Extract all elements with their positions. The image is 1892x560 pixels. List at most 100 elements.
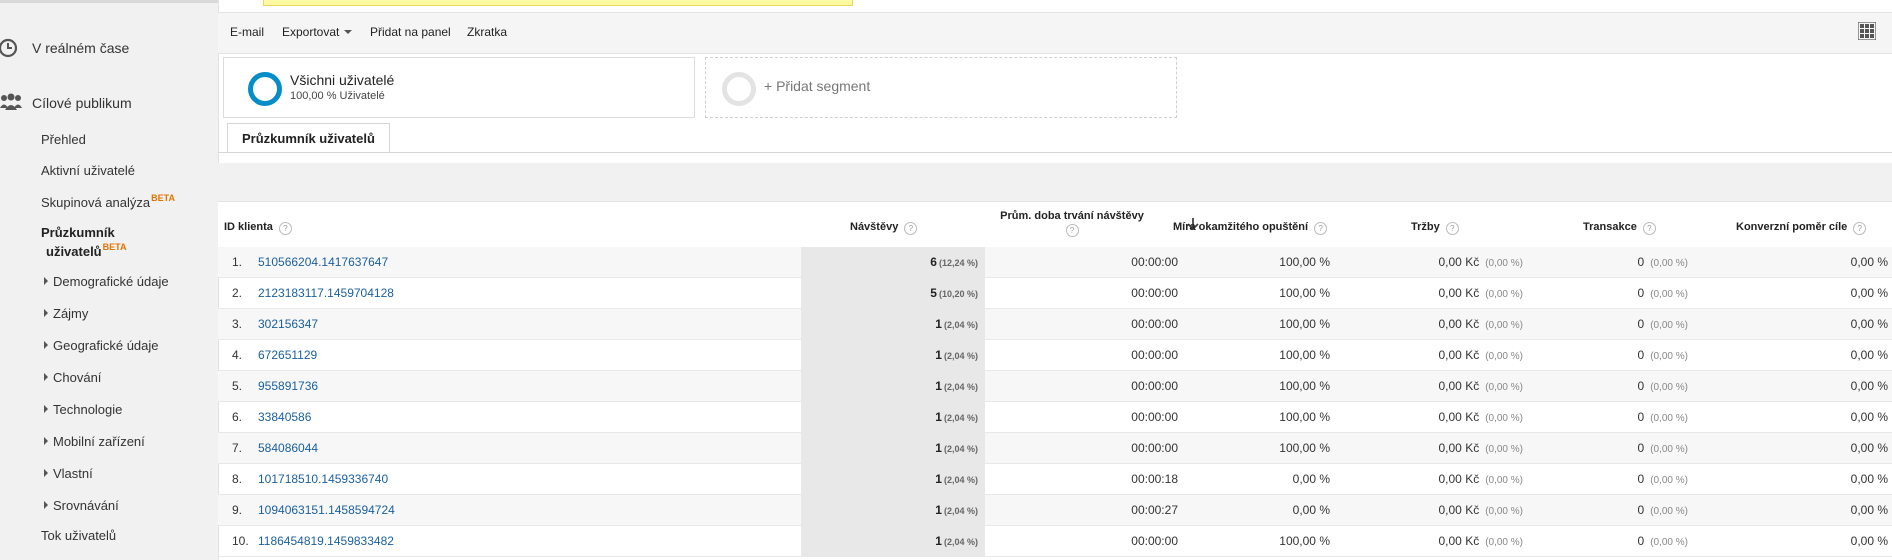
header-transactions[interactable]: Transakce? bbox=[1583, 221, 1656, 235]
segment-all-users[interactable]: Všichni uživatelé 100,00 % Uživatelé bbox=[223, 57, 695, 118]
header-conversion-rate[interactable]: Konverzní poměr cíle? bbox=[1736, 221, 1867, 235]
conversion-rate-cell: 0,00 % bbox=[1850, 472, 1888, 486]
sidebar-item-label: Demografické údaje bbox=[53, 274, 169, 289]
visits-value: 1 bbox=[935, 534, 942, 548]
visits-cell: 1 (2,04 %) bbox=[878, 464, 978, 494]
sidebar-item-interests[interactable]: Zájmy bbox=[44, 306, 88, 321]
sidebar-item-overview[interactable]: Přehled bbox=[41, 132, 86, 147]
sidebar-item-label: Geografické údaje bbox=[53, 338, 159, 353]
sidebar-item-active-users[interactable]: Aktivní uživatelé bbox=[41, 163, 135, 178]
row-index: 1. bbox=[232, 255, 243, 269]
visits-cell: 1 (2,04 %) bbox=[878, 309, 978, 339]
transactions-value: 0 bbox=[1637, 441, 1645, 455]
table-row: 7. 584086044 1 (2,04 %) 00:00:00 100,00 %… bbox=[218, 433, 1892, 464]
add-segment-box[interactable]: + Přidat segment bbox=[705, 57, 1177, 118]
revenue-value: 0,00 Kč bbox=[1438, 410, 1480, 424]
help-icon[interactable]: ? bbox=[278, 222, 292, 235]
email-button[interactable]: E-mail bbox=[230, 25, 264, 39]
bounce-rate-cell: 0,00 % bbox=[1292, 472, 1330, 486]
sidebar-item-user-explorer-line1: Průzkumník bbox=[41, 225, 115, 240]
client-id-link[interactable]: 1094063151.1458594724 bbox=[258, 495, 395, 525]
transactions-value: 0 bbox=[1637, 348, 1645, 362]
revenue-percent: (0,00 %) bbox=[1485, 475, 1523, 486]
tab-user-explorer[interactable]: Průzkumník uživatelů bbox=[227, 123, 390, 153]
client-id-link[interactable]: 101718510.1459336740 bbox=[258, 464, 388, 494]
client-id-link[interactable]: 955891736 bbox=[258, 371, 318, 401]
sidebar-item-technology[interactable]: Technologie bbox=[44, 402, 122, 417]
bounce-rate-cell: 100,00 % bbox=[1279, 534, 1330, 548]
client-id-link[interactable]: 1186454819.1459833482 bbox=[258, 526, 394, 556]
sidebar-item-mobile[interactable]: Mobilní zařízení bbox=[44, 434, 145, 449]
sidebar-item-benchmarking[interactable]: Srovnávání bbox=[44, 498, 119, 513]
header-label: Transakce bbox=[1583, 221, 1637, 233]
transactions-cell: 0 (0,00 %) bbox=[1598, 371, 1688, 401]
visits-percent: (2,04 %) bbox=[943, 475, 978, 485]
revenue-cell: 0,00 Kč (0,00 %) bbox=[1398, 278, 1524, 308]
add-to-dashboard-button[interactable]: Přidat na panel bbox=[370, 25, 451, 39]
transactions-cell: 0 (0,00 %) bbox=[1598, 464, 1688, 494]
help-icon[interactable]: ? bbox=[1065, 224, 1079, 237]
header-avg-duration[interactable]: Prům. doba trvání návštěvy? bbox=[1000, 210, 1144, 237]
client-id-link[interactable]: 2123183117.1459704128 bbox=[258, 278, 394, 308]
revenue-cell: 0,00 Kč (0,00 %) bbox=[1398, 371, 1524, 401]
help-icon[interactable]: ? bbox=[1853, 222, 1867, 235]
transactions-percent: (0,00 %) bbox=[1650, 413, 1688, 424]
visits-value: 1 bbox=[935, 503, 942, 517]
visits-percent: (2,04 %) bbox=[943, 506, 978, 516]
revenue-percent: (0,00 %) bbox=[1485, 382, 1523, 393]
grid-view-icon[interactable] bbox=[1857, 21, 1877, 41]
client-id-link[interactable]: 584086044 bbox=[258, 433, 318, 463]
help-icon[interactable]: ? bbox=[1642, 222, 1656, 235]
help-icon[interactable]: ? bbox=[904, 222, 918, 235]
transactions-percent: (0,00 %) bbox=[1650, 506, 1688, 517]
expand-triangle-icon bbox=[44, 373, 48, 381]
header-bounce-rate[interactable]: Míra okamžitého opuštění? bbox=[1173, 221, 1328, 235]
client-id-link[interactable]: 33840586 bbox=[258, 402, 311, 432]
sidebar-item-geo[interactable]: Geografické údaje bbox=[44, 338, 159, 353]
sidebar-item-user-explorer[interactable]: Průzkumník uživatelůBETA bbox=[41, 225, 126, 259]
segment-ring-icon bbox=[248, 72, 282, 106]
revenue-percent: (0,00 %) bbox=[1485, 320, 1523, 331]
export-dropdown[interactable]: Exportovat bbox=[282, 25, 353, 39]
transactions-value: 0 bbox=[1637, 503, 1645, 517]
client-id-link[interactable]: 510566204.1417637647 bbox=[258, 247, 388, 277]
header-visits[interactable]: Návštěvy? bbox=[850, 221, 918, 235]
revenue-value: 0,00 Kč bbox=[1438, 317, 1480, 331]
revenue-percent: (0,00 %) bbox=[1485, 351, 1523, 362]
beta-badge: BETA bbox=[151, 193, 175, 203]
row-index: 6. bbox=[232, 410, 243, 424]
avg-duration-cell: 00:00:00 bbox=[1131, 348, 1178, 362]
header-revenue[interactable]: Tržby? bbox=[1411, 221, 1459, 235]
header-label: ID klienta bbox=[224, 221, 273, 233]
bounce-rate-cell: 100,00 % bbox=[1279, 348, 1330, 362]
sidebar-item-cohort-analysis[interactable]: Skupinová analýzaBETA bbox=[41, 193, 175, 210]
revenue-cell: 0,00 Kč (0,00 %) bbox=[1398, 526, 1524, 556]
revenue-percent: (0,00 %) bbox=[1485, 289, 1523, 300]
client-id-link[interactable]: 672651129 bbox=[258, 340, 317, 370]
conversion-rate-cell: 0,00 % bbox=[1850, 379, 1888, 393]
bounce-rate-cell: 100,00 % bbox=[1279, 317, 1330, 331]
header-label: Míra okamžitého opuštění bbox=[1173, 221, 1309, 233]
help-icon[interactable]: ? bbox=[1314, 222, 1328, 235]
sidebar-item-custom[interactable]: Vlastní bbox=[44, 466, 93, 481]
row-index: 5. bbox=[232, 379, 243, 393]
sidebar-item-label: Zájmy bbox=[53, 306, 89, 321]
visits-value: 1 bbox=[935, 472, 942, 486]
row-index: 10. bbox=[232, 534, 249, 548]
row-index: 4. bbox=[232, 348, 243, 362]
sidebar-item-demographics[interactable]: Demografické údaje bbox=[44, 274, 169, 289]
sidebar-item-behavior[interactable]: Chování bbox=[44, 370, 101, 385]
header-client-id[interactable]: ID klienta? bbox=[224, 221, 292, 235]
revenue-value: 0,00 Kč bbox=[1438, 348, 1480, 362]
sidebar-item-user-explorer-line2: uživatelů bbox=[46, 244, 102, 259]
client-id-link[interactable]: 302156347 bbox=[258, 309, 318, 339]
bounce-rate-cell: 100,00 % bbox=[1279, 286, 1330, 300]
conversion-rate-cell: 0,00 % bbox=[1850, 255, 1888, 269]
sidebar-item-realtime-label: V reálném čase bbox=[32, 40, 130, 56]
revenue-value: 0,00 Kč bbox=[1438, 472, 1480, 486]
sidebar-item-users-flow[interactable]: Tok uživatelů bbox=[41, 528, 116, 543]
shortcut-button[interactable]: Zkratka bbox=[467, 25, 507, 39]
conversion-rate-cell: 0,00 % bbox=[1850, 441, 1888, 455]
visits-percent: (2,04 %) bbox=[943, 537, 978, 547]
help-icon[interactable]: ? bbox=[1445, 222, 1459, 235]
